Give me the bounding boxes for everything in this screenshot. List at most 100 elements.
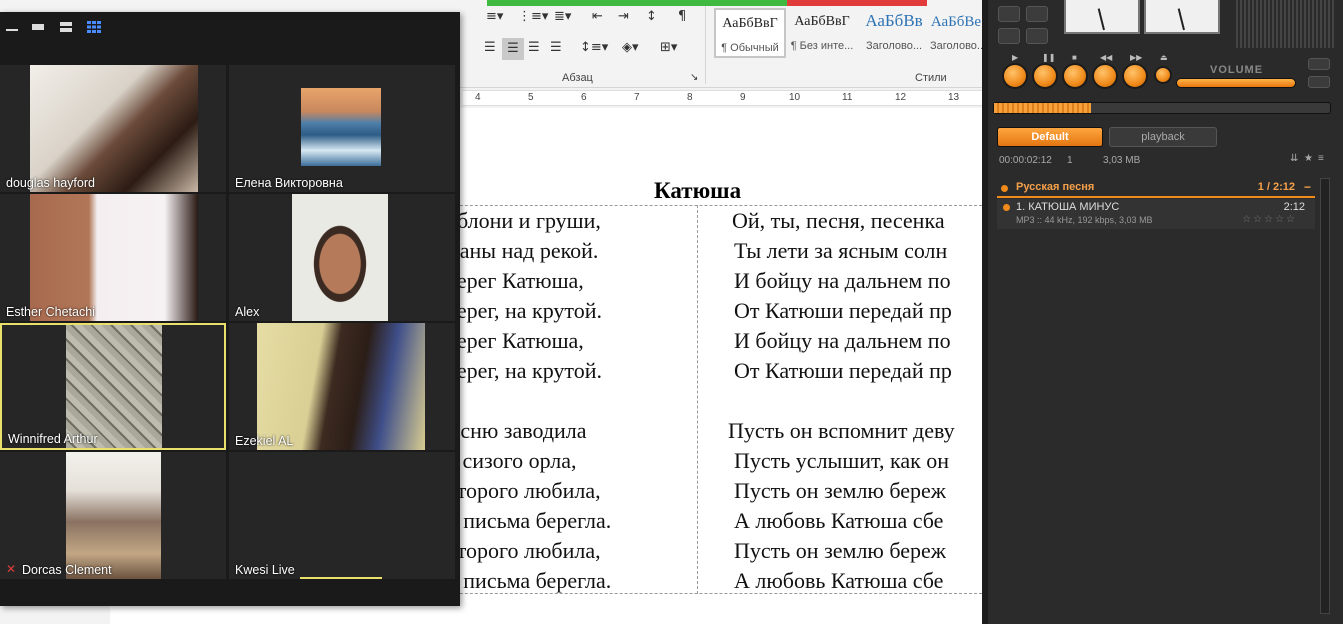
vu-meter-left	[1064, 0, 1140, 34]
eq-button[interactable]	[998, 6, 1020, 22]
visual-button[interactable]	[1026, 6, 1048, 22]
style-sample: АаБбВв	[865, 11, 923, 30]
participant-name: Ezekiel AL	[235, 434, 294, 448]
video-tile[interactable]: douglas hayford	[0, 65, 226, 192]
style-sample: АаБбВвГ	[722, 16, 778, 31]
style-heading-2[interactable]: АаБбВе Заголово...	[930, 8, 982, 58]
participant-avatar	[301, 88, 381, 166]
lyrics-line: берег, на крутой.	[446, 298, 603, 323]
pilcrow-icon[interactable]: ¶	[678, 9, 686, 25]
stop-button[interactable]	[1062, 63, 1088, 89]
lyrics-line: Пусть он вспомнит деву	[728, 418, 955, 443]
lyrics-line: Пусть он землю береж	[734, 478, 946, 503]
sort-icon[interactable]: ↕	[646, 9, 657, 25]
lyrics-line: От Катюши передай пр	[734, 358, 952, 383]
playlist-total-time: 00:00:02:12	[999, 155, 1052, 166]
speaker-view-icon[interactable]	[30, 20, 46, 34]
favorite-icon[interactable]: ★	[1304, 153, 1313, 164]
style-sample: АаБбВе	[930, 14, 982, 30]
lyrics-line: берег Катюша,	[446, 268, 584, 293]
group-bullet-icon	[1001, 185, 1008, 192]
participant-video	[257, 323, 425, 450]
meter-needle	[1097, 8, 1105, 31]
pause-button[interactable]	[1032, 63, 1058, 89]
spectrum-visualizer	[1236, 0, 1336, 48]
zoom-toolbar	[0, 12, 460, 62]
rating-stars[interactable]: ☆☆☆☆☆	[1242, 214, 1297, 225]
multilevel-icon[interactable]: ≣▾	[554, 9, 571, 25]
repeat-button[interactable]	[998, 28, 1020, 44]
lyrics-line: Пусть услышит, как он	[734, 448, 950, 473]
shading-icon[interactable]: ◈▾	[622, 40, 639, 56]
next-button[interactable]	[1122, 63, 1148, 89]
zoom-gallery-window: douglas hayford Елена Викторовна Esther …	[0, 12, 460, 606]
style-normal[interactable]: АаБбВвГ ¶ Обычный	[714, 8, 786, 58]
collapse-icon[interactable]: −	[1304, 180, 1311, 194]
lyrics-line: И бойцу на дальнем по	[734, 268, 951, 293]
align-center-icon[interactable]: ☰	[502, 38, 524, 60]
lyrics-line: оторого любила,	[446, 538, 601, 563]
video-tile[interactable]: Kwesi Live	[229, 452, 455, 579]
vu-meter-right	[1144, 0, 1220, 34]
meter-needle	[1177, 8, 1185, 31]
lyrics-line: о сизого орла,	[446, 448, 577, 473]
participant-video	[292, 194, 388, 321]
group-count: 1 / 2:12	[1257, 181, 1295, 193]
playlist-track[interactable]: 1. КАТЮША МИНУС 2:12 MP3 :: 44 kHz, 192 …	[997, 199, 1315, 229]
align-left-icon[interactable]: ☰	[484, 40, 496, 56]
list-menu-icon[interactable]: ≡	[1318, 153, 1324, 164]
playlist-button[interactable]	[1026, 28, 1048, 44]
seek-bar-fill	[994, 103, 1092, 113]
playlist-scrollbar[interactable]	[1320, 178, 1330, 614]
playlist-tab-default[interactable]: Default	[997, 127, 1103, 147]
style-heading-1[interactable]: АаБбВв Заголово...	[858, 8, 930, 58]
video-tile[interactable]: Ezekiel AL	[229, 323, 455, 450]
speaking-indicator	[300, 577, 382, 579]
video-tile[interactable]: ✕ Dorcas Clement	[0, 452, 226, 579]
volume-slider[interactable]	[1176, 78, 1296, 88]
justify-icon[interactable]: ☰	[550, 40, 562, 56]
sort-icon[interactable]: ⇊	[1290, 153, 1298, 164]
line-spacing-icon[interactable]: ↕≡▾	[580, 40, 608, 56]
thumbnail-view-icon[interactable]	[58, 20, 74, 34]
next-icon: ▶▶	[1130, 53, 1143, 62]
video-tile-active[interactable]: Winnifred Arthur	[0, 323, 226, 450]
increase-indent-icon[interactable]: ⇥	[618, 9, 629, 25]
style-name: ¶ Без инте...	[790, 40, 854, 52]
numbering-icon[interactable]: ⋮≡▾	[518, 9, 548, 25]
lyrics-line: А любовь Катюша сбе	[734, 508, 944, 533]
ribbon-separator	[705, 6, 706, 84]
document-title: Катюша	[654, 178, 742, 203]
playlist-tab-playback[interactable]: playback	[1109, 127, 1217, 147]
participant-name: Dorcas Clement	[22, 563, 112, 577]
play-icon: ▶	[1012, 53, 1019, 62]
video-tile[interactable]: Alex	[229, 194, 455, 321]
seek-bar[interactable]	[993, 102, 1331, 114]
ruler-tick-label: 7	[634, 92, 640, 103]
playlist-group-header[interactable]: Русская песня 1 / 2:12 −	[997, 180, 1315, 198]
participant-name: Kwesi Live	[235, 563, 295, 577]
decrease-indent-icon[interactable]: ⇤	[592, 9, 603, 25]
borders-icon[interactable]: ⊞▾	[660, 40, 677, 56]
video-tile[interactable]: Esther Chetachi	[0, 194, 226, 321]
lyrics-line: От Катюши передай пр	[734, 298, 952, 323]
lyrics-line: Пусть он землю береж	[734, 538, 946, 563]
muted-mic-icon: ✕	[6, 562, 17, 576]
style-name: Заголово...	[865, 40, 923, 52]
video-tile[interactable]: Елена Викторовна	[229, 65, 455, 192]
paragraph-dialog-launcher-icon[interactable]: ↘	[690, 70, 698, 86]
minimize-icon[interactable]	[4, 20, 20, 34]
align-right-icon[interactable]: ☰	[528, 40, 540, 56]
lyrics-line: облони и груши,	[446, 208, 601, 233]
volume-label: VOLUME	[1210, 64, 1264, 76]
play-button[interactable]	[1002, 63, 1028, 89]
style-no-spacing[interactable]: АаБбВвГ ¶ Без инте...	[786, 8, 858, 58]
gallery-view-icon[interactable]	[86, 20, 102, 34]
mini-button[interactable]	[1308, 58, 1330, 70]
ruler-tick-label: 5	[528, 92, 534, 103]
previous-button[interactable]	[1092, 63, 1118, 89]
menu-button[interactable]	[1308, 76, 1330, 88]
bullets-icon[interactable]: ≡▾	[486, 9, 503, 25]
prev-icon: ◀◀	[1100, 53, 1113, 62]
open-button[interactable]	[1154, 66, 1172, 84]
